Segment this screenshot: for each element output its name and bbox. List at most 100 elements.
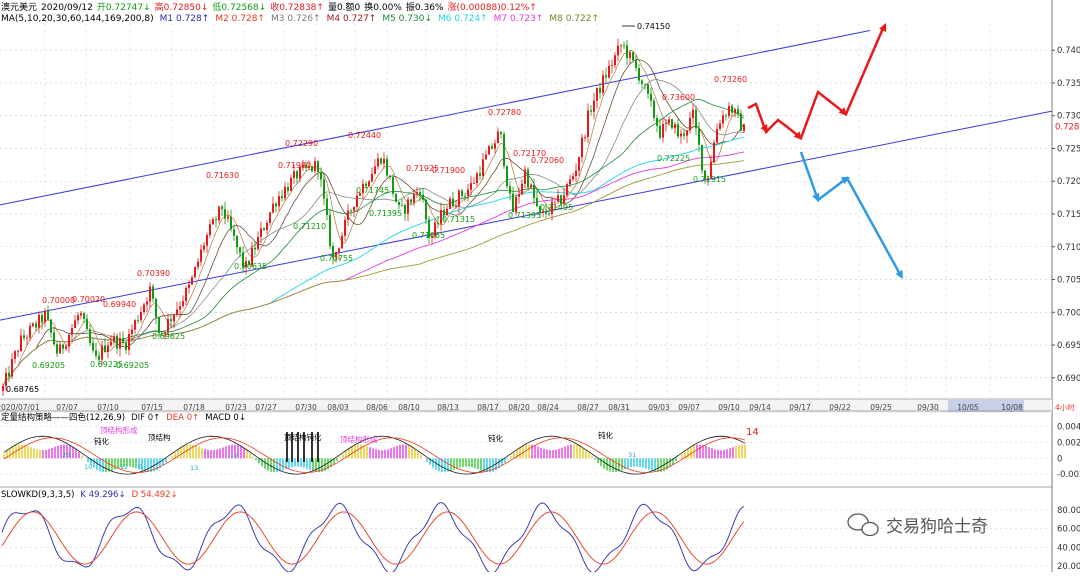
candle-body: [353, 206, 355, 211]
price-annotation: 0.72060: [531, 156, 564, 165]
candle-body: [314, 161, 316, 172]
candle-body: [113, 335, 115, 342]
candle-body: [479, 173, 481, 176]
header-quote-part: 开0.72747↓: [97, 2, 151, 13]
candle-body: [110, 341, 112, 346]
price-tick-label: 0.7050: [1057, 276, 1080, 286]
candle-body: [641, 80, 643, 84]
candle-body: [503, 134, 505, 167]
candle-body: [269, 212, 271, 223]
candle-body: [218, 206, 220, 221]
candle-body: [329, 214, 331, 247]
candle-body: [497, 131, 499, 144]
price-tick-label: 0.7400: [1057, 46, 1080, 56]
macd-hist-number: 13: [190, 464, 198, 472]
candle-body: [101, 345, 103, 360]
candle-body: [41, 315, 43, 323]
candle-body: [695, 109, 697, 129]
header-ma-part: M5 0.730↓: [382, 14, 432, 24]
candle-body: [491, 146, 493, 149]
candle-body: [701, 144, 703, 171]
candle-body: [83, 313, 85, 319]
candle-body: [722, 115, 724, 124]
candle-body: [74, 320, 76, 329]
candle-body: [29, 325, 31, 338]
last-price-label: 0.72838: [1055, 122, 1080, 132]
macd-hist-number: 10: [84, 463, 92, 471]
candle-body: [569, 179, 571, 185]
price-tick-label: 0.6900: [1057, 374, 1080, 384]
candle-body: [137, 320, 139, 321]
candle-body: [398, 201, 400, 205]
candle-body: [671, 119, 673, 129]
header-ma-line: MA(5,10,20,30,60,144,169,200,8) M1 0.728↑…: [1, 14, 599, 24]
header-quote-part: 涨(0.00088)0.12%↑: [447, 2, 536, 13]
candle-body: [326, 198, 328, 215]
candle-body: [320, 172, 322, 180]
kd-series-label: K 49.296↓: [80, 490, 125, 500]
candle-body: [602, 75, 604, 93]
macd-signal-label: 钝化: [94, 436, 109, 446]
candle-body: [17, 351, 19, 352]
chart-stage: 澳元美元 2020/09/12 开0.72747↓ 高0.72850↓ 低0.72568…: [0, 0, 1080, 574]
candle-body: [515, 196, 517, 212]
candle-body: [413, 193, 415, 203]
price-annotation: 0.73260: [714, 75, 747, 84]
macd-tick-label: 0.004: [1057, 423, 1080, 433]
candle-body: [77, 315, 79, 321]
candle-body: [281, 196, 283, 199]
header-quote-part: 低0.72568↓: [212, 1, 266, 13]
candle-body: [356, 195, 358, 207]
candle-body: [527, 169, 529, 188]
candle-body: [158, 317, 160, 333]
period-label: 4小时: [1055, 402, 1075, 412]
candle-body: [185, 288, 187, 302]
candle-body: [230, 216, 232, 230]
macd-hist-number: 31: [628, 451, 636, 459]
macd-series-label: MACD 0↓: [205, 413, 246, 423]
candle-body: [596, 87, 598, 101]
candle-body: [506, 166, 508, 187]
candle-body: [155, 298, 157, 318]
candle-body: [401, 204, 403, 206]
candle-body: [584, 136, 586, 138]
price-annotation: 0.72440: [348, 131, 381, 140]
candle-body: [599, 87, 601, 93]
macd-signal-label: 钝化: [488, 433, 503, 443]
candle-body: [464, 195, 466, 197]
candle-body: [122, 338, 124, 343]
candle-body: [713, 142, 715, 162]
candle-body: [176, 309, 178, 315]
candle-body: [278, 196, 280, 207]
candle-body: [209, 224, 211, 236]
candle-body: [233, 229, 235, 236]
candle-body: [734, 109, 736, 113]
candle-body: [407, 199, 409, 214]
macd-signal-label: 钝化: [598, 430, 613, 440]
candle-body: [386, 158, 388, 176]
candle-body: [608, 65, 610, 78]
candle-body: [191, 277, 193, 285]
candle-body: [197, 261, 199, 267]
candle-body: [140, 311, 142, 321]
candle-body: [590, 110, 592, 112]
candle-body: [170, 319, 172, 322]
macd-hist-number: 17: [230, 452, 238, 460]
macd-tick-label: -0.002: [1057, 470, 1080, 480]
candle-body: [50, 319, 52, 333]
candle-body: [239, 247, 241, 253]
candle-body: [290, 177, 292, 191]
candle-body: [626, 45, 628, 59]
candle-body: [104, 345, 106, 353]
macd-series-label: DEA 0↑: [166, 413, 199, 423]
candle-body: [89, 329, 91, 344]
price-tick-label: 0.7000: [1057, 308, 1080, 318]
price-annotation: 0.71630: [206, 171, 239, 180]
price-annotation: 0.71495: [540, 203, 573, 212]
candle-body: [380, 158, 382, 164]
macd-hist-number: 12: [120, 463, 128, 471]
macd-signal-label: 顶结构形成: [100, 425, 138, 435]
header-quote-part: 2020/09/12: [41, 3, 93, 13]
candle-body: [524, 169, 526, 184]
price-annotation: 0.71210: [293, 222, 326, 231]
